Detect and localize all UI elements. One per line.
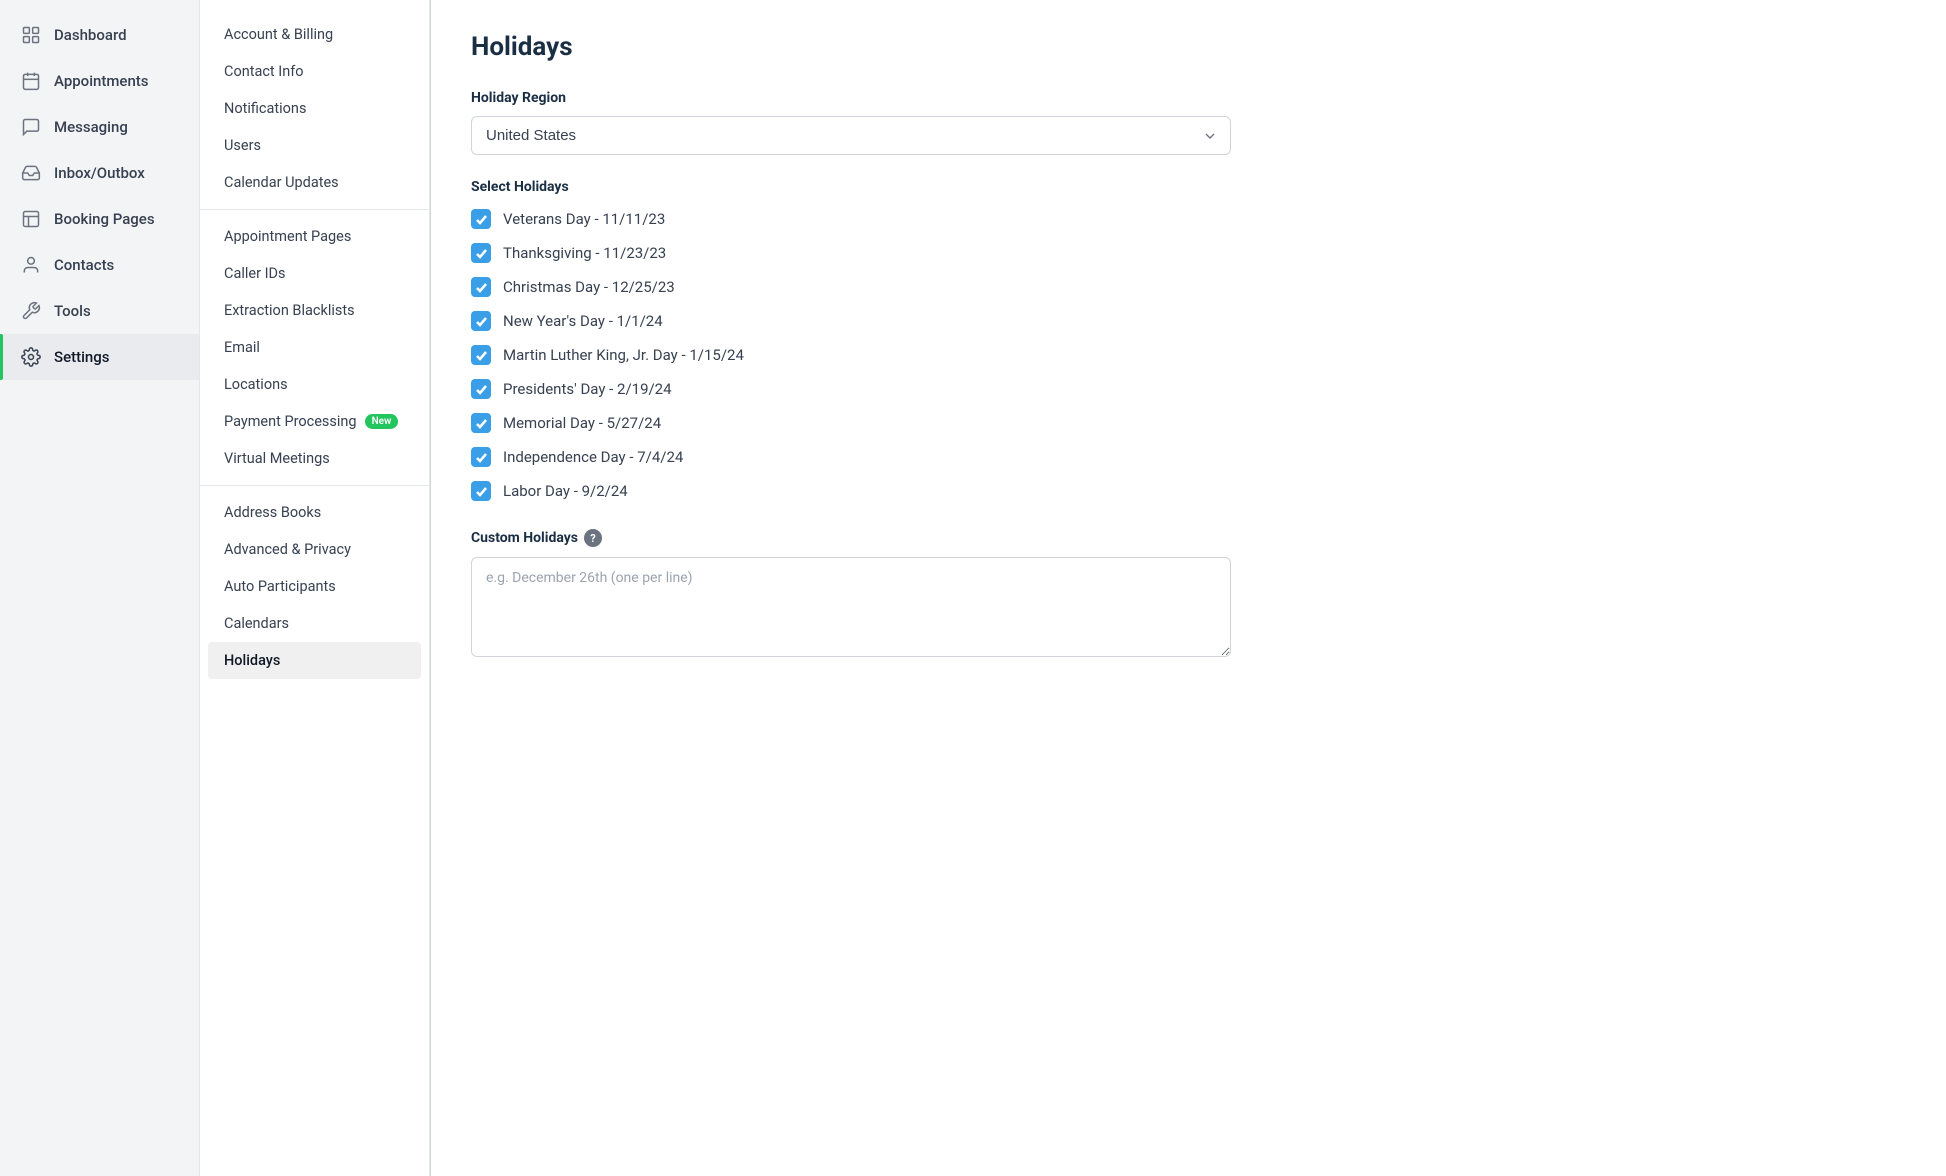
settings-item-users[interactable]: Users xyxy=(200,127,429,164)
holiday-item-veterans-day: Veterans Day - 11/11/23 xyxy=(471,209,1906,229)
nav-item-settings[interactable]: Settings xyxy=(0,334,199,380)
holiday-label-mlk-day: Martin Luther King, Jr. Day - 1/15/24 xyxy=(503,346,744,364)
settings-group-3: Address Books Advanced & Privacy Auto Pa… xyxy=(200,485,429,687)
settings-item-locations[interactable]: Locations xyxy=(200,366,429,403)
holiday-checkbox-thanksgiving[interactable] xyxy=(471,243,491,263)
wrench-icon xyxy=(20,300,42,322)
settings-group-2: Appointment Pages Caller IDs Extraction … xyxy=(200,209,429,485)
settings-navigation: Account & Billing Contact Info Notificat… xyxy=(200,0,430,1176)
nav-label-inbox: Inbox/Outbox xyxy=(54,164,145,182)
custom-holidays-label: Custom Holidays ? xyxy=(471,529,1906,547)
holiday-item-independence-day: Independence Day - 7/4/24 xyxy=(471,447,1906,467)
nav-item-tools[interactable]: Tools xyxy=(0,288,199,334)
holiday-label-new-years: New Year's Day - 1/1/24 xyxy=(503,312,663,330)
holiday-label-memorial-day: Memorial Day - 5/27/24 xyxy=(503,414,661,432)
holiday-list: Veterans Day - 11/11/23 Thanksgiving - 1… xyxy=(471,209,1906,501)
nav-item-booking-pages[interactable]: Booking Pages xyxy=(0,196,199,242)
holiday-item-labor-day: Labor Day - 9/2/24 xyxy=(471,481,1906,501)
holiday-checkbox-christmas[interactable] xyxy=(471,277,491,297)
custom-holidays-help-icon[interactable]: ? xyxy=(584,529,602,547)
settings-item-extraction-blacklists[interactable]: Extraction Blacklists xyxy=(200,292,429,329)
holiday-label-veterans-day: Veterans Day - 11/11/23 xyxy=(503,210,665,228)
left-navigation: Dashboard Appointments Messaging Inbox/O… xyxy=(0,0,200,1176)
holiday-item-new-years: New Year's Day - 1/1/24 xyxy=(471,311,1906,331)
holiday-checkbox-presidents-day[interactable] xyxy=(471,379,491,399)
nav-item-contacts[interactable]: Contacts xyxy=(0,242,199,288)
holiday-checkbox-labor-day[interactable] xyxy=(471,481,491,501)
settings-group-1: Account & Billing Contact Info Notificat… xyxy=(200,16,429,209)
nav-item-appointments[interactable]: Appointments xyxy=(0,58,199,104)
custom-holidays-textarea[interactable] xyxy=(471,557,1231,657)
payment-processing-label: Payment Processing xyxy=(224,413,357,430)
settings-item-calendar-updates[interactable]: Calendar Updates xyxy=(200,164,429,201)
select-holidays-label: Select Holidays xyxy=(471,179,1906,195)
nav-label-appointments: Appointments xyxy=(54,72,149,90)
settings-item-address-books[interactable]: Address Books xyxy=(200,494,429,531)
holiday-label-labor-day: Labor Day - 9/2/24 xyxy=(503,482,628,500)
holiday-checkbox-independence-day[interactable] xyxy=(471,447,491,467)
nav-label-contacts: Contacts xyxy=(54,256,114,274)
holiday-checkbox-new-years[interactable] xyxy=(471,311,491,331)
holiday-checkbox-memorial-day[interactable] xyxy=(471,413,491,433)
holiday-region-select[interactable]: United States Canada United Kingdom Aust… xyxy=(471,116,1231,155)
user-icon xyxy=(20,254,42,276)
nav-label-booking-pages: Booking Pages xyxy=(54,210,155,228)
new-badge: New xyxy=(365,414,399,429)
nav-label-tools: Tools xyxy=(54,302,91,320)
holiday-checkbox-mlk-day[interactable] xyxy=(471,345,491,365)
settings-item-virtual-meetings[interactable]: Virtual Meetings xyxy=(200,440,429,477)
settings-item-email[interactable]: Email xyxy=(200,329,429,366)
holiday-region-label: Holiday Region xyxy=(471,90,1906,106)
main-content: Holidays Holiday Region United States Ca… xyxy=(431,0,1946,1176)
nav-label-messaging: Messaging xyxy=(54,118,128,136)
settings-item-caller-ids[interactable]: Caller IDs xyxy=(200,255,429,292)
settings-item-auto-participants[interactable]: Auto Participants xyxy=(200,568,429,605)
settings-item-holidays[interactable]: Holidays xyxy=(208,642,421,679)
holiday-label-thanksgiving: Thanksgiving - 11/23/23 xyxy=(503,244,666,262)
settings-item-account-billing[interactable]: Account & Billing xyxy=(200,16,429,53)
nav-label-settings: Settings xyxy=(54,348,110,366)
grid-icon xyxy=(20,24,42,46)
holiday-label-christmas: Christmas Day - 12/25/23 xyxy=(503,278,675,296)
holiday-label-presidents-day: Presidents' Day - 2/19/24 xyxy=(503,380,672,398)
nav-item-dashboard[interactable]: Dashboard xyxy=(0,12,199,58)
settings-item-notifications[interactable]: Notifications xyxy=(200,90,429,127)
holiday-label-independence-day: Independence Day - 7/4/24 xyxy=(503,448,683,466)
settings-item-calendars[interactable]: Calendars xyxy=(200,605,429,642)
settings-item-appointment-pages[interactable]: Appointment Pages xyxy=(200,218,429,255)
holiday-item-mlk-day: Martin Luther King, Jr. Day - 1/15/24 xyxy=(471,345,1906,365)
gear-icon xyxy=(20,346,42,368)
settings-item-payment-processing[interactable]: Payment Processing New xyxy=(200,403,429,440)
inbox-icon xyxy=(20,162,42,184)
page-title: Holidays xyxy=(471,32,1906,62)
nav-item-inbox[interactable]: Inbox/Outbox xyxy=(0,150,199,196)
book-icon xyxy=(20,208,42,230)
message-icon xyxy=(20,116,42,138)
holiday-item-memorial-day: Memorial Day - 5/27/24 xyxy=(471,413,1906,433)
holiday-item-thanksgiving: Thanksgiving - 11/23/23 xyxy=(471,243,1906,263)
holiday-item-presidents-day: Presidents' Day - 2/19/24 xyxy=(471,379,1906,399)
settings-item-advanced-privacy[interactable]: Advanced & Privacy xyxy=(200,531,429,568)
calendar-icon xyxy=(20,70,42,92)
nav-label-dashboard: Dashboard xyxy=(54,26,127,44)
holiday-checkbox-veterans-day[interactable] xyxy=(471,209,491,229)
nav-item-messaging[interactable]: Messaging xyxy=(0,104,199,150)
settings-item-contact-info[interactable]: Contact Info xyxy=(200,53,429,90)
holiday-item-christmas: Christmas Day - 12/25/23 xyxy=(471,277,1906,297)
